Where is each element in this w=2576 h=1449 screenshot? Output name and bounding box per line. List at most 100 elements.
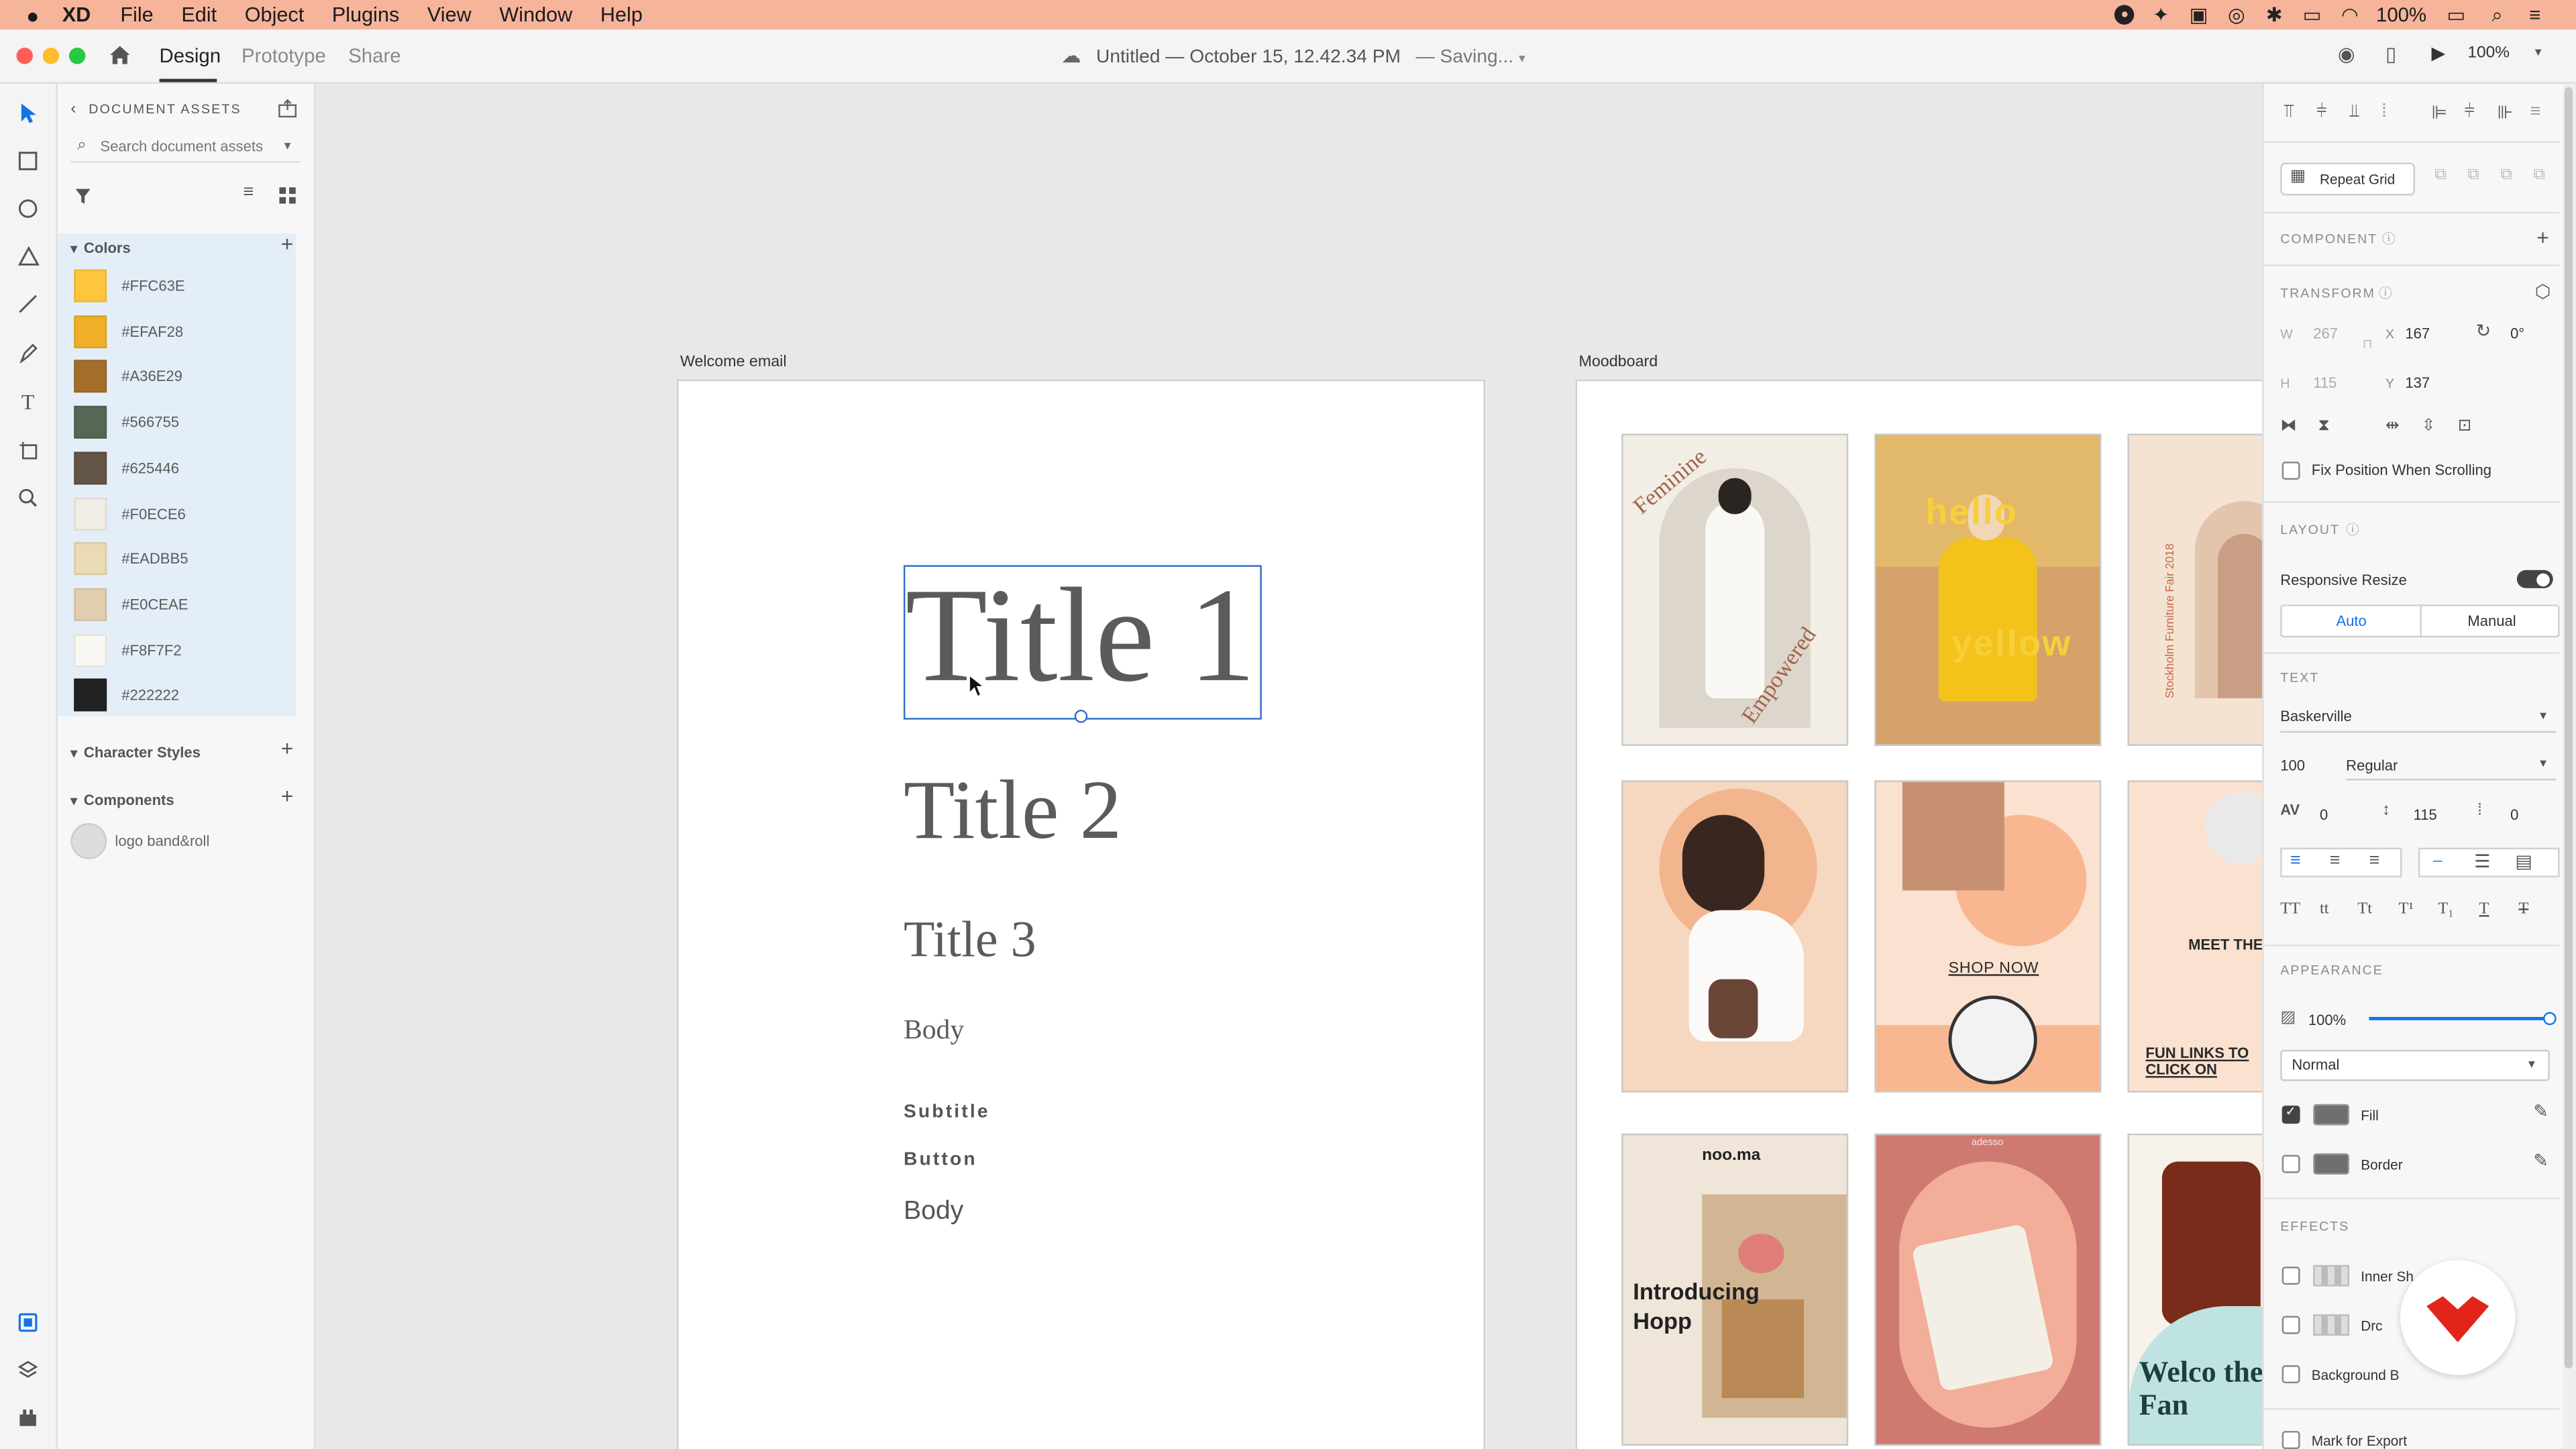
underline-option[interactable]: T <box>2479 900 2489 918</box>
eyedropper-icon[interactable]: ✎ <box>2533 1150 2548 1171</box>
background-blur-checkbox[interactable] <box>2282 1365 2300 1384</box>
rectangle-tool-icon[interactable] <box>13 146 43 176</box>
maximize-window-button[interactable] <box>68 48 86 64</box>
color-swatch[interactable] <box>74 542 107 576</box>
status-app-icon[interactable]: ● <box>2114 5 2135 25</box>
fixed-size-text-icon[interactable]: ▤ <box>2515 851 2532 872</box>
font-family-dropdown[interactable]: Baskerville ▾ <box>2280 705 2557 733</box>
flip-vertical-icon[interactable]: ⧗ <box>2318 417 2330 435</box>
mood-card-olipop[interactable]: Welco the Oli Fan <box>2127 1133 2263 1446</box>
add-character-style-icon[interactable]: + <box>281 736 294 761</box>
opacity-slider[interactable] <box>2369 1012 2557 1026</box>
dropbox-icon[interactable]: ✦ <box>2149 3 2172 26</box>
font-size-field[interactable]: 100 <box>2280 757 2305 773</box>
resize-auto-option[interactable]: Auto <box>2336 612 2366 629</box>
space-horizontal-icon[interactable]: ⇹ <box>2385 417 2400 435</box>
strikethrough-option[interactable]: T <box>2518 900 2528 918</box>
color-swatch[interactable] <box>74 360 107 394</box>
color-swatch[interactable] <box>74 269 107 303</box>
ellipse-tool-icon[interactable] <box>13 194 43 223</box>
fix-position-checkbox[interactable] <box>2282 462 2300 480</box>
text-align-center-icon[interactable]: ≡ <box>2330 851 2341 871</box>
title-2-text[interactable]: Title 2 <box>904 764 1122 859</box>
height-field[interactable]: 115 <box>2313 374 2337 390</box>
color-swatch-item[interactable]: #222222 <box>58 672 296 718</box>
color-swatch[interactable] <box>74 679 107 712</box>
resize-manual-option[interactable]: Manual <box>2467 612 2516 629</box>
auto-width-text-icon[interactable]: ⎯ <box>2433 851 2442 873</box>
artboard-tool-icon[interactable] <box>13 435 43 465</box>
inner-shadow-swatch[interactable] <box>2313 1265 2350 1287</box>
border-checkbox[interactable] <box>2282 1155 2300 1173</box>
distribute-horizontal-icon[interactable]: ≡ <box>2530 102 2540 121</box>
inner-shadow-checkbox[interactable] <box>2282 1267 2300 1285</box>
color-swatch[interactable] <box>74 406 107 439</box>
tab-share[interactable]: Share <box>348 44 400 67</box>
3d-transform-icon[interactable]: ⬡ <box>2535 281 2551 302</box>
paragraph-spacing-field[interactable]: 0 <box>2510 806 2518 822</box>
menu-edit[interactable]: Edit <box>181 3 217 26</box>
battery-icon[interactable]: ▭ <box>2441 3 2471 26</box>
device-preview-icon[interactable]: ▯ <box>2385 43 2396 66</box>
color-swatch[interactable] <box>74 588 107 621</box>
character-spacing-field[interactable]: 0 <box>2320 806 2328 822</box>
search-icon[interactable]: ⌕ <box>2485 3 2508 28</box>
search-input[interactable] <box>100 134 268 156</box>
app-menu[interactable]: XD <box>62 3 91 26</box>
mood-card-adesso[interactable]: adesso <box>1874 1133 2102 1446</box>
superscript-option[interactable]: T¹ <box>2399 900 2414 918</box>
color-swatch[interactable] <box>74 496 107 530</box>
auto-height-text-icon[interactable]: ☰ <box>2474 851 2490 872</box>
align-right-icon[interactable]: ⊪ <box>2497 102 2512 123</box>
color-swatch-item[interactable]: #F8F7F2 <box>58 627 296 674</box>
components-header[interactable]: ▾ Components <box>58 787 296 813</box>
search-dropdown-chevron-icon[interactable]: ▾ <box>284 138 291 153</box>
y-field[interactable]: 137 <box>2405 374 2430 390</box>
artboard-label-welcome[interactable]: Welcome email <box>680 354 787 372</box>
color-swatch[interactable] <box>74 451 107 484</box>
color-swatch-item[interactable]: #FFC63E <box>58 263 296 309</box>
airplay-icon[interactable]: ▭ <box>2300 3 2323 26</box>
subscript-option[interactable]: T₁ <box>2438 900 2454 918</box>
body-text-sans[interactable]: Body <box>904 1197 963 1227</box>
info-icon[interactable]: ⓘ <box>2346 521 2359 539</box>
space-vertical-icon[interactable]: ⇳ <box>2422 417 2436 435</box>
mood-card-noo-ma[interactable]: noo.ma Introducing Hopp <box>1621 1133 1849 1446</box>
align-bottom-icon[interactable]: ⫫ <box>2349 102 2359 123</box>
assets-panel-icon[interactable] <box>13 1307 43 1337</box>
floating-badge[interactable] <box>2400 1260 2516 1375</box>
responsive-resize-toggle[interactable] <box>2516 570 2553 588</box>
title-1-text[interactable]: Title 1 <box>905 559 1256 713</box>
text-align-right-icon[interactable]: ≡ <box>2369 851 2379 871</box>
scrollbar-thumb[interactable] <box>2564 87 2573 1369</box>
character-styles-header[interactable]: ▾ Character Styles <box>58 739 296 765</box>
boolean-exclude-icon[interactable]: ⧉ <box>2533 166 2544 184</box>
align-center-icon[interactable]: ⫩ <box>2464 102 2474 123</box>
x-field[interactable]: 167 <box>2405 325 2430 341</box>
filter-icon[interactable] <box>74 187 92 205</box>
info-icon[interactable]: ⓘ <box>2382 230 2396 248</box>
artboard-welcome-email[interactable]: Title 1 Title 2 Title 3 Body Subtitle Bu… <box>676 379 1485 1449</box>
add-component-icon[interactable]: + <box>281 784 294 808</box>
panel-scrollbar[interactable] <box>2563 83 2576 1449</box>
border-color-swatch[interactable] <box>2313 1153 2350 1175</box>
tab-design[interactable]: Design <box>160 44 221 67</box>
mood-card-stockholm[interactable]: Stockholm Furniture Fair 2018 <box>2127 433 2263 746</box>
boolean-add-icon[interactable]: ⧉ <box>2434 166 2446 184</box>
lowercase-option[interactable]: tt <box>2320 900 2329 918</box>
menu-window[interactable]: Window <box>499 3 572 26</box>
bluetooth-icon[interactable]: ✱ <box>2263 3 2286 26</box>
back-chevron-icon[interactable]: ‹ <box>70 100 76 118</box>
component-item[interactable]: logo band&roll <box>115 833 209 849</box>
layers-panel-icon[interactable] <box>13 1355 43 1385</box>
menu-help[interactable]: Help <box>600 3 643 26</box>
text-align-left-icon[interactable]: ≡ <box>2290 851 2301 871</box>
rotation-field[interactable]: 0° <box>2510 325 2524 341</box>
screens-icon[interactable]: ▣ <box>2187 3 2210 26</box>
menu-view[interactable]: View <box>427 3 472 26</box>
menu-object[interactable]: Object <box>245 3 305 26</box>
body-text-serif[interactable]: Body <box>904 1014 964 1046</box>
control-center-icon[interactable]: ≡ <box>2524 3 2546 26</box>
opacity-field[interactable]: 100% <box>2308 1012 2346 1028</box>
plugins-panel-icon[interactable] <box>13 1403 43 1432</box>
